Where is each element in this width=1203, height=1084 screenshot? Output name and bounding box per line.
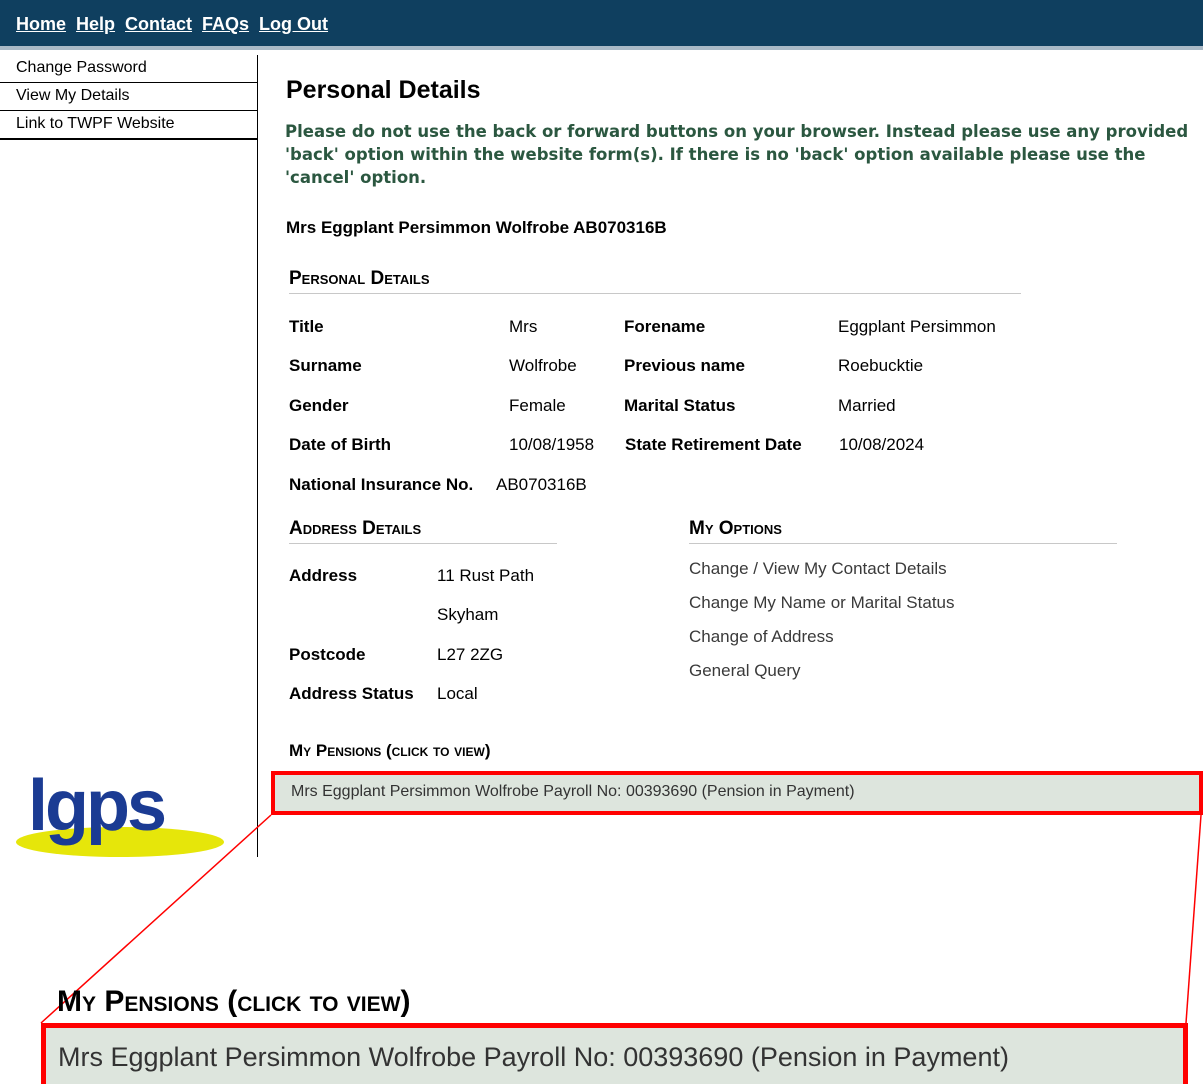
sidebar-item-view-my-details[interactable]: View My Details	[0, 83, 257, 111]
navigation-warning: Please do not use the back or forward bu…	[285, 122, 1189, 187]
title-label: Title	[289, 317, 324, 336]
postcode-value: L27 2ZG	[437, 645, 504, 664]
sidebar-item-twpf-website[interactable]: Link to TWPF Website	[0, 111, 257, 140]
address-line-2: Skyham	[437, 605, 499, 624]
pension-record-row[interactable]: Mrs Eggplant Persimmon Wolfrobe Payroll …	[271, 771, 1203, 815]
nav-home-link[interactable]: Home	[16, 14, 66, 34]
forename-label: Forename	[624, 317, 706, 336]
address-status-value: Local	[437, 684, 478, 703]
lgps-logo: lgps	[16, 766, 224, 857]
member-identity: Mrs Eggplant Persimmon Wolfrobe AB070316…	[286, 218, 667, 237]
zoomed-pension-row: Mrs Eggplant Persimmon Wolfrobe Payroll …	[41, 1023, 1188, 1084]
nav-contact-link[interactable]: Contact	[125, 14, 192, 34]
nav-logout-link[interactable]: Log Out	[259, 14, 328, 34]
postcode-label: Postcode	[289, 645, 366, 664]
option-contact-details-link[interactable]: Change / View My Contact Details	[689, 559, 947, 579]
gender-label: Gender	[289, 396, 349, 415]
address-label: Address	[289, 566, 358, 585]
surname-value: Wolfrobe	[509, 356, 577, 375]
my-pensions-heading: My Pensions (click to view)	[289, 741, 491, 760]
address-status-label: Address Status	[289, 684, 414, 703]
my-options-heading: My Options	[689, 518, 1117, 544]
personal-details-heading: Personal Details	[289, 268, 1021, 294]
page-title: Personal Details	[286, 76, 481, 104]
zoomed-pensions-heading: My Pensions (click to view)	[57, 985, 411, 1018]
address-details-heading: Address Details	[289, 518, 557, 544]
nav-help-link[interactable]: Help	[76, 14, 115, 34]
option-name-marital-link[interactable]: Change My Name or Marital Status	[689, 593, 955, 613]
address-line-1: 11 Rust Path	[437, 566, 535, 585]
surname-label: Surname	[289, 356, 362, 375]
gender-value: Female	[509, 396, 566, 415]
retirement-date-value: 10/08/2024	[839, 435, 925, 454]
forename-value: Eggplant Persimmon	[838, 317, 996, 336]
sidebar: Change Password View My Details Link to …	[0, 55, 258, 857]
retirement-date-label: State Retirement Date	[625, 435, 802, 454]
zoomed-pension-text: Mrs Eggplant Persimmon Wolfrobe Payroll …	[58, 1042, 1009, 1072]
top-navigation-bar: Home Help Contact FAQs Log Out	[0, 0, 1203, 50]
option-change-address-link[interactable]: Change of Address	[689, 627, 834, 647]
logo-text: lgps	[28, 766, 165, 846]
pension-record-text: Mrs Eggplant Persimmon Wolfrobe Payroll …	[291, 783, 855, 800]
dob-label: Date of Birth	[289, 435, 391, 454]
ni-number-label: National Insurance No.	[289, 475, 474, 494]
marital-status-label: Marital Status	[624, 396, 736, 415]
dob-value: 10/08/1958	[509, 435, 595, 454]
top-nav-links: Home Help Contact FAQs Log Out	[16, 14, 338, 35]
nav-faqs-link[interactable]: FAQs	[202, 14, 249, 34]
previous-name-label: Previous name	[624, 356, 745, 375]
marital-status-value: Married	[838, 396, 896, 415]
title-value: Mrs	[509, 317, 538, 336]
previous-name-value: Roebucktie	[838, 356, 924, 375]
ni-number-value: AB070316B	[496, 475, 587, 494]
sidebar-item-change-password[interactable]: Change Password	[0, 55, 257, 83]
option-general-query-link[interactable]: General Query	[689, 661, 801, 681]
